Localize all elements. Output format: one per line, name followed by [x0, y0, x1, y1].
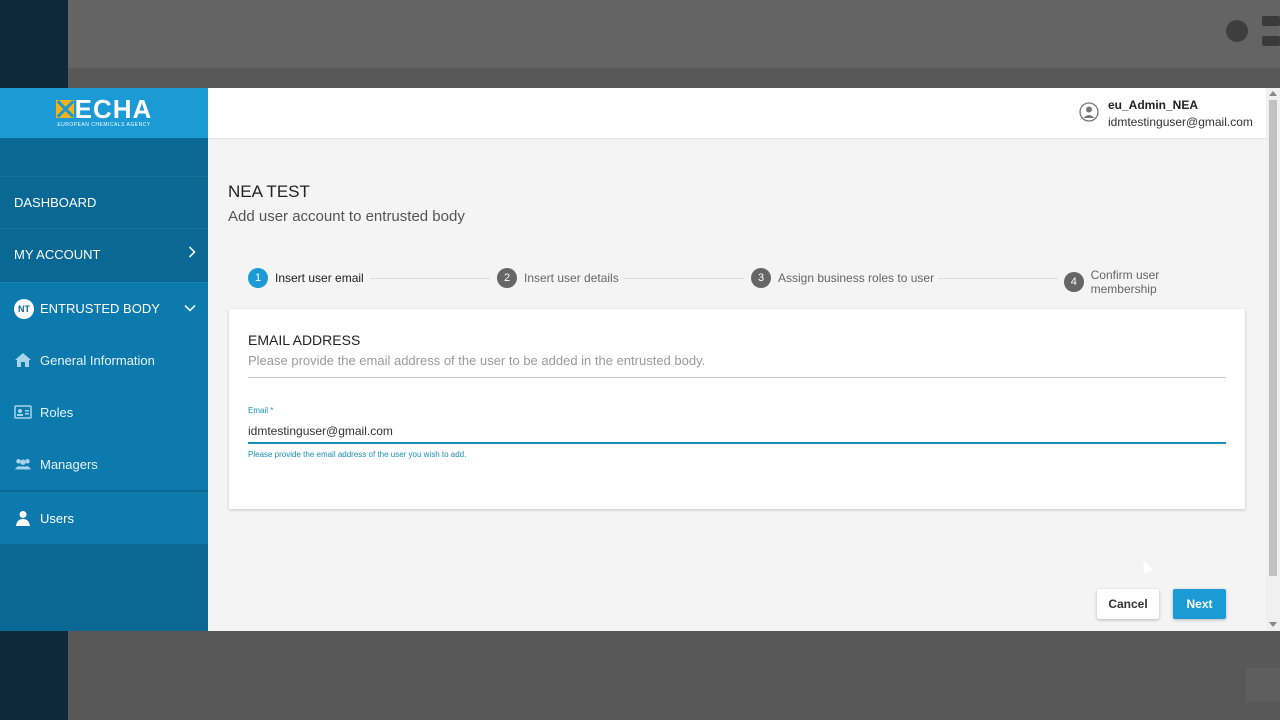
sidebar-item-dashboard[interactable]: DASHBOARD: [0, 176, 208, 228]
next-button[interactable]: Next: [1173, 589, 1226, 619]
step-connector: [938, 278, 1058, 279]
step-label: Insert user details: [524, 271, 619, 285]
echa-logo-icon: [55, 100, 74, 118]
user-avatar-icon[interactable]: [1079, 102, 1099, 122]
entrusted-body-badge: NT: [14, 298, 34, 319]
step-confirm-membership[interactable]: 4 Confirm user membership: [1064, 268, 1226, 296]
scroll-up-arrow-icon[interactable]: [1269, 91, 1277, 96]
users-icon: [14, 455, 32, 473]
required-marker: *: [270, 406, 274, 415]
id-card-icon: [14, 403, 32, 421]
chevron-down-icon: [184, 300, 196, 315]
user-name[interactable]: eu_Admin_NEA: [1108, 98, 1198, 112]
stepper: 1 Insert user email 2 Insert user detail…: [248, 268, 1226, 296]
step-label: Assign business roles to user: [778, 271, 935, 285]
scroll-thumb[interactable]: [1269, 100, 1277, 576]
step-label: Confirm user membership: [1090, 268, 1160, 296]
sidebar-item-roles[interactable]: Roles: [0, 386, 208, 438]
divider: [248, 377, 1226, 378]
user-email: idmtestinguser@gmail.com: [1108, 115, 1253, 129]
email-label-text: Email: [248, 406, 269, 415]
sidebar-item-label: ENTRUSTED BODY: [40, 301, 160, 316]
step-number: 3: [751, 268, 771, 288]
sidebar-item-general-information[interactable]: General Information: [0, 334, 208, 386]
step-connector: [370, 278, 490, 279]
scroll-down-arrow-icon[interactable]: [1269, 622, 1277, 627]
step-number: 1: [248, 268, 268, 288]
sidebar-item-label: General Information: [40, 352, 155, 368]
sidebar-item-label: Managers: [40, 456, 98, 472]
background-header: [68, 0, 1280, 68]
sidebar-item-managers[interactable]: Managers: [0, 438, 208, 490]
sidebar-item-entrusted-body[interactable]: NT ENTRUSTED BODY: [0, 282, 208, 334]
sidebar-item-my-account[interactable]: MY ACCOUNT: [0, 228, 208, 280]
background-button: [1246, 668, 1280, 702]
logo[interactable]: ECHA EUROPEAN CHEMICALS AGENCY: [0, 88, 208, 138]
step-number: 2: [497, 268, 517, 288]
chevron-right-icon: [188, 246, 196, 261]
home-icon: [14, 351, 32, 369]
email-field-hint: Please provide the email address of the …: [248, 450, 467, 459]
scrollbar[interactable]: [1266, 88, 1280, 631]
background-user-text: [1262, 36, 1280, 46]
background-user-text: [1262, 16, 1280, 26]
email-form-card: EMAIL ADDRESS Please provide the email a…: [229, 309, 1245, 509]
email-field[interactable]: [248, 420, 1226, 444]
logo-text: ECHA: [74, 94, 153, 124]
cancel-button[interactable]: Cancel: [1097, 589, 1159, 619]
step-insert-details[interactable]: 2 Insert user details: [497, 268, 619, 288]
logo-subtext: EUROPEAN CHEMICALS AGENCY: [57, 122, 151, 128]
app-window: ECHA EUROPEAN CHEMICALS AGENCY DASHBOARD…: [0, 88, 1280, 631]
sidebar-item-label: Roles: [40, 404, 74, 420]
step-assign-roles[interactable]: 3 Assign business roles to user: [751, 268, 935, 288]
sidebar-item-label: DASHBOARD: [14, 195, 97, 210]
sidebar: ECHA EUROPEAN CHEMICALS AGENCY DASHBOARD…: [0, 88, 208, 631]
user-icon: [14, 509, 32, 527]
sidebar-item-label: MY ACCOUNT: [14, 247, 101, 262]
email-field-label: Email *: [248, 406, 273, 415]
background-avatar: [1226, 20, 1248, 42]
step-connector: [624, 278, 744, 279]
top-bar: eu_Admin_NEA idmtestinguser@gmail.com: [208, 88, 1266, 139]
step-number: 4: [1064, 272, 1084, 292]
page-title: NEA TEST: [228, 182, 310, 201]
section-title: EMAIL ADDRESS: [248, 332, 361, 348]
step-insert-email[interactable]: 1 Insert user email: [248, 268, 364, 288]
page-subtitle: Add user account to entrusted body: [228, 208, 465, 225]
step-label: Insert user email: [275, 271, 364, 285]
sidebar-item-label: Users: [40, 510, 74, 526]
section-description: Please provide the email address of the …: [248, 353, 706, 368]
sidebar-item-users[interactable]: Users: [0, 492, 208, 544]
